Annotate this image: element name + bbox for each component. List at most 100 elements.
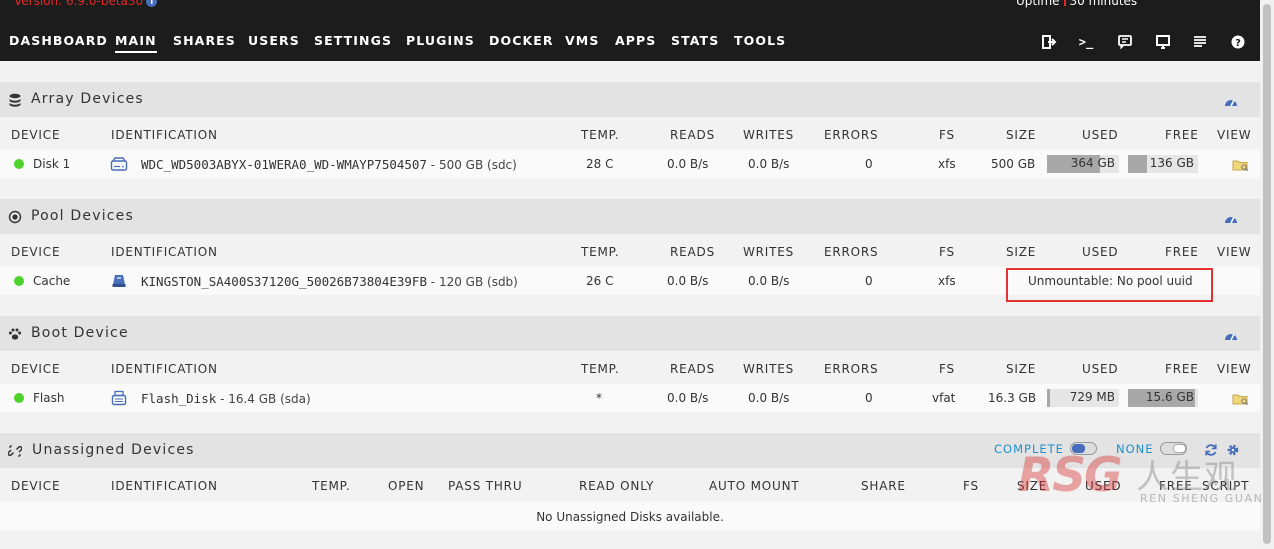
device-id-suffix: - 500 GB (sdc) <box>426 158 517 172</box>
col-size: SIZE <box>1006 362 1037 376</box>
nav-vms[interactable]: VMS <box>565 33 599 48</box>
nav-tools[interactable]: TOOLS <box>734 33 786 48</box>
array-devices-title: Array Devices <box>31 91 144 107</box>
device-identification: Flash_Disk - 16.4 GB (sda) <box>141 391 311 406</box>
nav-shares[interactable]: SHARES <box>173 33 236 48</box>
device-reads: 0.0 B/s <box>667 274 709 288</box>
nav-plugins[interactable]: PLUGINS <box>406 33 475 48</box>
hard-drive-icon[interactable] <box>110 156 128 176</box>
uptime-value: 30 minutes <box>1069 0 1138 8</box>
device-fs: xfs <box>938 274 956 288</box>
col-size: SIZE <box>1006 128 1037 142</box>
device-id-text: KINGSTON_SA400S37120G_50026B73804E39FB <box>141 274 427 289</box>
device-identification: KINGSTON_SA400S37120G_50026B73804E39FB -… <box>141 274 518 289</box>
monitor-icon[interactable] <box>1155 34 1171 50</box>
col-used: USED <box>1082 128 1119 142</box>
nav-dashboard[interactable]: DASHBOARD <box>9 33 108 48</box>
col-free: FREE <box>1165 362 1199 376</box>
dashboard-gauge-icon[interactable] <box>1224 210 1238 229</box>
col-writes: WRITES <box>743 362 795 376</box>
nav-stats[interactable]: STATS <box>671 33 719 48</box>
col-auto-mount: AUTO MOUNT <box>709 479 800 493</box>
uptime-caption: Uptime <box>1016 0 1060 8</box>
terminal-icon[interactable]: >_ <box>1078 34 1094 50</box>
col-reads: READS <box>670 128 715 142</box>
nav-docker[interactable]: DOCKER <box>489 33 554 48</box>
array-devices-title-bar: Array Devices <box>0 82 1260 117</box>
device-errors: 0 <box>865 157 873 171</box>
col-identification: IDENTIFICATION <box>111 479 218 493</box>
help-icon[interactable]: ? <box>1230 34 1246 50</box>
feedback-icon[interactable] <box>1117 34 1133 50</box>
col-temp: TEMP. <box>581 245 620 259</box>
free-value: 136 GB <box>1149 156 1194 170</box>
watermark-brand: RSG <box>1018 448 1123 503</box>
col-temp: TEMP. <box>581 128 620 142</box>
info-icon[interactable]: i <box>146 0 158 7</box>
boot-device-title: Boot Device <box>31 325 129 341</box>
boot-device-title-bar: Boot Device <box>0 316 1260 351</box>
uptime-separator <box>1063 0 1066 6</box>
device-reads: 0.0 B/s <box>667 157 709 171</box>
top-header: Version: 6.9.0-beta30 i Uptime 30 minutes … <box>0 0 1260 61</box>
nav-settings[interactable]: SETTINGS <box>314 33 392 48</box>
device-link-disk1[interactable]: Disk 1 <box>33 157 70 171</box>
col-writes: WRITES <box>743 128 795 142</box>
col-device: DEVICE <box>11 245 61 259</box>
col-size: SIZE <box>1006 245 1037 259</box>
nav-main[interactable]: MAIN <box>115 33 157 53</box>
dashboard-gauge-icon[interactable] <box>1224 327 1238 346</box>
col-reads: READS <box>670 362 715 376</box>
col-temp: TEMP. <box>581 362 620 376</box>
used-value: 364 GB <box>1070 156 1115 170</box>
unassigned-devices-title: Unassigned Devices <box>32 442 195 458</box>
folder-browse-icon[interactable] <box>1232 157 1249 176</box>
device-link-flash[interactable]: Flash <box>33 391 64 405</box>
log-icon[interactable] <box>1192 34 1208 50</box>
watermark-sub: REN SHENG GUAN <box>1140 492 1264 505</box>
col-fs: FS <box>939 128 955 142</box>
logout-icon[interactable] <box>1041 34 1057 50</box>
usb-drive-icon[interactable] <box>110 390 128 410</box>
col-view: VIEW <box>1217 245 1252 259</box>
device-writes: 0.0 B/s <box>748 391 790 405</box>
col-fs: FS <box>963 479 979 493</box>
col-read-only: READ ONLY <box>579 479 655 493</box>
svg-text:?: ? <box>1235 38 1241 49</box>
used-bar: 364 GB <box>1047 155 1119 173</box>
device-fs: vfat <box>932 391 956 405</box>
col-identification: IDENTIFICATION <box>111 362 218 376</box>
col-fs: FS <box>939 245 955 259</box>
device-temp: 28 C <box>586 157 614 171</box>
used-value: 729 MB <box>1069 390 1115 404</box>
col-free: FREE <box>1165 245 1199 259</box>
watermark-cn: 人生观 <box>1136 457 1238 496</box>
version-label: Version: 6.9.0-beta30 i <box>14 0 158 8</box>
device-writes: 0.0 B/s <box>748 274 790 288</box>
col-device: DEVICE <box>11 128 61 142</box>
device-size: 16.3 GB <box>988 391 1037 405</box>
free-bar: 15.6 GB <box>1128 389 1198 407</box>
paw-icon <box>8 326 22 340</box>
col-temp: TEMP. <box>312 479 351 493</box>
unlink-icon <box>7 443 23 457</box>
col-pass-thru: PASS THRU <box>448 479 523 493</box>
nav-users[interactable]: USERS <box>248 33 300 48</box>
col-view: VIEW <box>1217 362 1252 376</box>
status-online-icon <box>14 393 24 403</box>
array-column-header: DEVICE IDENTIFICATION TEMP. READS WRITES… <box>0 121 1260 149</box>
device-id-text: WDC_WD5003ABYX-01WERA0_WD-WMAYP7504507 <box>141 157 427 172</box>
device-link-cache[interactable]: Cache <box>33 274 70 288</box>
device-temp: * <box>596 391 602 405</box>
folder-browse-icon[interactable] <box>1232 391 1249 410</box>
device-id-suffix: - 120 GB (sdb) <box>426 275 518 289</box>
nav-apps[interactable]: APPS <box>615 33 656 48</box>
col-used: USED <box>1082 245 1119 259</box>
pool-devices-title: Pool Devices <box>31 208 134 224</box>
status-online-icon <box>14 276 24 286</box>
ssd-drive-icon[interactable] <box>110 273 128 293</box>
col-errors: ERRORS <box>824 245 879 259</box>
device-errors: 0 <box>865 391 873 405</box>
dashboard-gauge-icon[interactable] <box>1224 93 1238 112</box>
col-share: SHARE <box>861 479 906 493</box>
